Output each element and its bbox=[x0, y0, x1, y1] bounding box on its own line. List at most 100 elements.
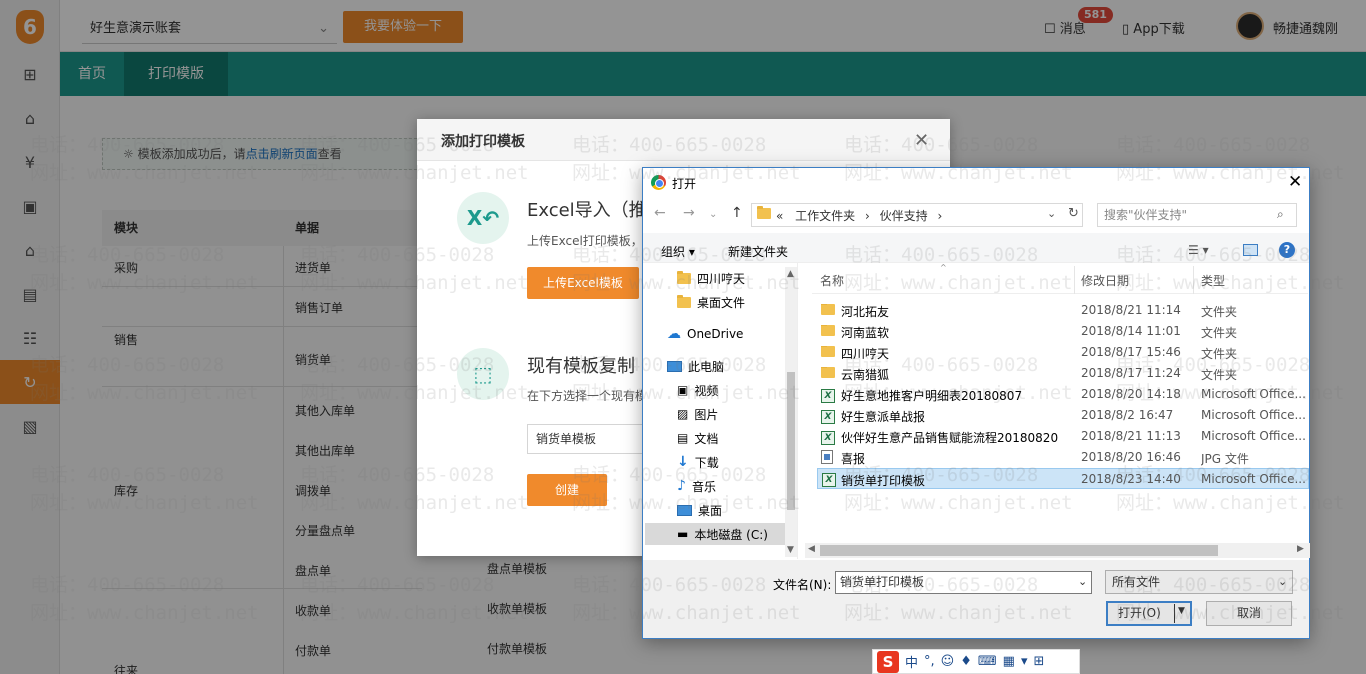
divider bbox=[1174, 604, 1175, 623]
file-row-selected[interactable]: X 销货单打印模板 2018/8/23 14:40 Microsoft Office.… bbox=[817, 468, 1309, 489]
folder-icon bbox=[757, 206, 771, 222]
tree-item[interactable]: ▣ 视频 bbox=[677, 379, 718, 401]
column-header-name[interactable]: 名称 bbox=[820, 272, 844, 289]
computer-icon bbox=[667, 360, 682, 372]
tree-item[interactable]: ▬ 本地磁盘 (C:) bbox=[677, 523, 768, 545]
back-arrow-icon[interactable]: ← bbox=[654, 205, 666, 221]
view-options-icon[interactable]: ☰ ▾ bbox=[1188, 243, 1209, 257]
chevron-down-icon[interactable]: ⌄ bbox=[1078, 575, 1087, 588]
skin-icon[interactable]: ▾ bbox=[1021, 654, 1028, 669]
copy-template-icon: ⬚ bbox=[457, 348, 509, 400]
download-icon: ↓ bbox=[677, 454, 689, 470]
file-row[interactable]: X 好生意地推客户明细表20180807 2018/8/20 14:18 Micros… bbox=[812, 384, 1308, 405]
search-icon: ⌕ bbox=[1277, 207, 1284, 221]
search-input[interactable]: 搜索"伙伴支持" bbox=[1097, 203, 1297, 227]
tree-item[interactable]: ☁ OneDrive bbox=[667, 323, 743, 345]
excel-icon: X bbox=[821, 408, 835, 424]
emoji-icon[interactable]: ☺ bbox=[941, 654, 955, 669]
refresh-icon[interactable]: ↻ bbox=[1068, 206, 1079, 221]
punctuation-icon[interactable]: °, bbox=[924, 654, 935, 669]
excel-import-icon: X↶ bbox=[457, 192, 509, 244]
column-header-type[interactable]: 类型 bbox=[1201, 272, 1225, 289]
preview-pane-icon[interactable] bbox=[1243, 244, 1258, 256]
divider bbox=[1193, 266, 1194, 294]
chrome-icon bbox=[651, 175, 666, 190]
keyboard-icon[interactable]: ⌨ bbox=[978, 654, 997, 669]
folder-icon bbox=[821, 367, 835, 381]
cloud-icon: ☁ bbox=[667, 326, 681, 342]
upload-excel-button[interactable]: 上传Excel模板 bbox=[527, 267, 639, 299]
sogou-logo[interactable]: S bbox=[877, 650, 899, 673]
excel-icon: X bbox=[821, 429, 835, 445]
breadcrumb: « 工作文件夹 › 伙伴支持 › bbox=[776, 209, 943, 223]
ime-mode[interactable]: 中 bbox=[905, 652, 918, 671]
up-arrow-icon[interactable]: ↑ bbox=[731, 205, 743, 221]
recent-chevron-icon[interactable]: ⌄ bbox=[709, 209, 717, 220]
picture-icon: ▨ bbox=[677, 407, 689, 421]
scrollbar-thumb[interactable] bbox=[820, 545, 1218, 556]
modal-title: 添加打印模板 bbox=[441, 134, 525, 150]
folder-icon bbox=[677, 294, 691, 308]
tree-item[interactable]: 四川哼天 bbox=[677, 267, 745, 289]
tree-item[interactable]: 桌面文件 bbox=[677, 291, 745, 313]
drive-icon: ▬ bbox=[677, 527, 689, 541]
filename-label: 文件名(N): bbox=[773, 578, 832, 592]
chevron-down-icon[interactable]: ⌄ bbox=[1278, 575, 1287, 588]
scrollbar-thumb[interactable] bbox=[787, 372, 795, 510]
column-headers bbox=[812, 264, 1308, 294]
split-arrow-icon[interactable]: ▼ bbox=[1178, 606, 1185, 616]
excel-import-heading: Excel导入（推 bbox=[527, 200, 647, 221]
file-row[interactable]: X 伙伴好生意产品销售赋能流程20180820 2018/8/21 11:13 Mic… bbox=[812, 426, 1308, 447]
filename-input[interactable]: 销货单打印模板 bbox=[835, 571, 1092, 594]
scroll-right-icon[interactable]: ▶ bbox=[1297, 544, 1304, 554]
file-row[interactable]: 云南猎狐 2018/8/17 11:24 文件夹 bbox=[812, 363, 1308, 384]
folder-icon bbox=[821, 325, 835, 339]
create-button[interactable]: 创建 bbox=[527, 474, 607, 506]
excel-icon: X bbox=[822, 471, 836, 487]
organize-menu[interactable]: 组织 ▾ bbox=[661, 243, 695, 260]
tree-item[interactable]: ▨ 图片 bbox=[677, 403, 718, 425]
cancel-button[interactable]: 取消 bbox=[1206, 601, 1292, 626]
menu-grid-icon[interactable]: ⊞ bbox=[1033, 654, 1044, 669]
tree-item[interactable]: ▤ 文档 bbox=[677, 427, 718, 449]
file-type-filter[interactable]: 所有文件 bbox=[1105, 570, 1293, 594]
help-icon[interactable]: ? bbox=[1279, 242, 1295, 258]
excel-import-desc: 上传Excel打印模板， bbox=[527, 234, 643, 248]
document-icon: ▤ bbox=[677, 431, 689, 445]
sort-up-icon: ^ bbox=[940, 263, 947, 272]
close-icon[interactable]: ✕ bbox=[914, 130, 929, 151]
column-header-date[interactable]: 修改日期 bbox=[1081, 272, 1129, 289]
jpg-icon bbox=[821, 450, 833, 467]
file-row[interactable]: 河北拓友 2018/8/21 11:14 文件夹 bbox=[812, 300, 1308, 321]
music-icon: ♪ bbox=[677, 478, 686, 494]
toolbox-icon[interactable]: ▦ bbox=[1003, 654, 1015, 669]
copy-template-heading: 现有模板复制 bbox=[527, 356, 635, 377]
dialog-title: 打开 bbox=[672, 177, 697, 191]
template-select[interactable]: 销货单模板 bbox=[527, 424, 647, 454]
chevron-down-icon[interactable]: ⌄ bbox=[1047, 207, 1056, 220]
tree-item[interactable]: 桌面 bbox=[677, 499, 722, 521]
folder-icon bbox=[677, 270, 691, 284]
microphone-icon[interactable]: ♦ bbox=[960, 654, 972, 669]
tree-item[interactable]: ↓ 下载 bbox=[677, 451, 719, 473]
video-icon: ▣ bbox=[677, 383, 689, 397]
file-row[interactable]: 河南蓝软 2018/8/14 11:01 文件夹 bbox=[812, 321, 1308, 342]
breadcrumb-item[interactable]: 工作文件夹 bbox=[795, 209, 855, 223]
new-folder-button[interactable]: 新建文件夹 bbox=[728, 243, 788, 260]
file-row[interactable]: 喜报 2018/8/20 16:46 JPG 文件 bbox=[812, 447, 1308, 468]
excel-icon: X bbox=[821, 387, 835, 403]
ime-toolbar: S 中 °, ☺ ♦ ⌨ ▦ ▾ ⊞ bbox=[872, 649, 1080, 674]
scroll-up-icon[interactable]: ▲ bbox=[787, 269, 794, 279]
folder-icon bbox=[821, 304, 835, 318]
desktop-icon bbox=[677, 504, 692, 516]
tree-item[interactable]: 此电脑 bbox=[667, 355, 724, 377]
file-row[interactable]: 四川哼天 2018/8/17 15:46 文件夹 bbox=[812, 342, 1308, 363]
scroll-left-icon[interactable]: ◀ bbox=[808, 544, 815, 554]
forward-arrow-icon[interactable]: → bbox=[683, 205, 695, 221]
file-row[interactable]: X 好生意派单战报 2018/8/2 16:47 Microsoft Office..… bbox=[812, 405, 1308, 426]
breadcrumb-item[interactable]: 伙伴支持 bbox=[880, 209, 928, 223]
tree-item[interactable]: ♪ 音乐 bbox=[677, 475, 716, 497]
close-icon[interactable]: ✕ bbox=[1288, 172, 1302, 192]
divider bbox=[1074, 266, 1075, 294]
scroll-down-icon[interactable]: ▼ bbox=[787, 545, 794, 555]
